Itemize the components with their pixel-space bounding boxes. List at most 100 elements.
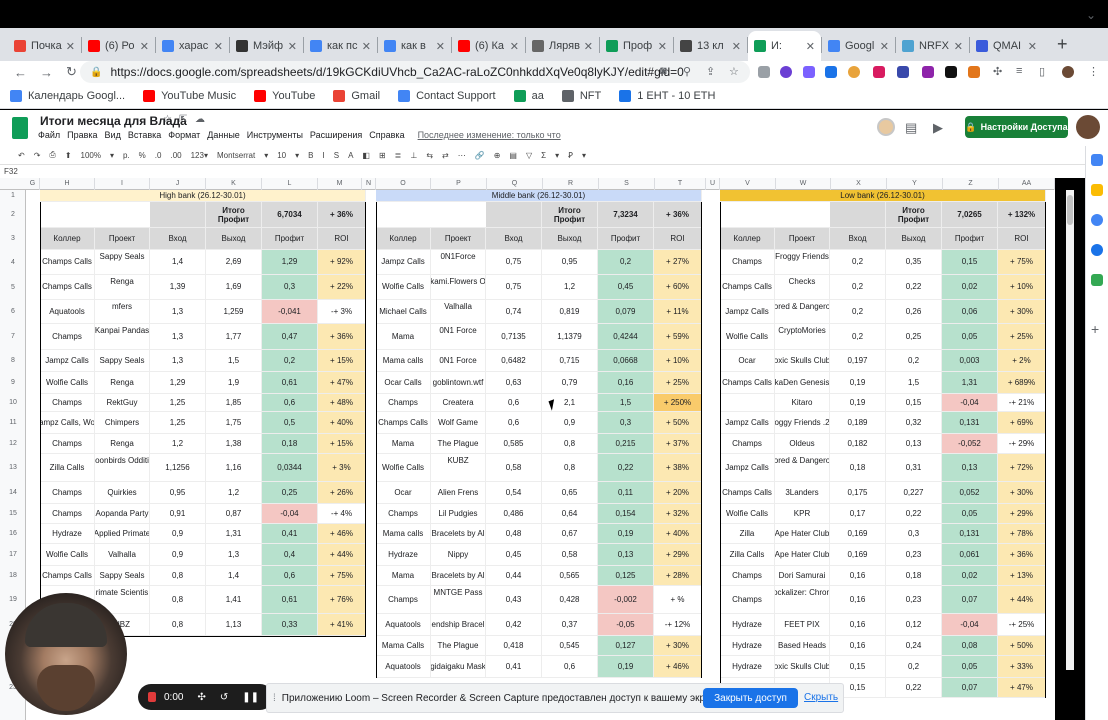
vertical-scrollbar[interactable] bbox=[1066, 190, 1074, 670]
caller-cell[interactable]: Hydraze bbox=[720, 614, 775, 636]
profit-cell[interactable]: 0,2 bbox=[598, 250, 654, 275]
roi-cell[interactable]: + 40% bbox=[654, 524, 702, 544]
cell-reference[interactable]: F32 bbox=[4, 167, 18, 176]
keep-icon[interactable] bbox=[1091, 184, 1103, 196]
roi-cell[interactable]: + 75% bbox=[318, 566, 366, 586]
roi-cell[interactable]: + 32% bbox=[654, 504, 702, 524]
profit-cell[interactable]: 0,33 bbox=[262, 614, 318, 636]
project-cell[interactable]: oggy Friends .2 bbox=[775, 412, 830, 434]
project-cell[interactable]: gidaigaku Mask bbox=[431, 656, 486, 678]
close-tab-icon[interactable]: ✕ bbox=[140, 40, 149, 53]
exit-cell[interactable]: 0,65 bbox=[542, 482, 598, 504]
close-tab-icon[interactable]: ✕ bbox=[584, 40, 593, 53]
caller-cell[interactable] bbox=[720, 394, 775, 412]
profit-cell[interactable]: 0,13 bbox=[942, 454, 998, 482]
total-profit-value[interactable]: 6,7034 bbox=[262, 202, 318, 228]
toolbar-control[interactable]: .0 bbox=[155, 151, 162, 160]
roi-cell[interactable]: + 36% bbox=[998, 544, 1046, 566]
toolbar-control[interactable]: ↶ bbox=[18, 151, 25, 160]
forward-icon[interactable]: → bbox=[40, 65, 53, 80]
profit-cell[interactable]: 0,4 bbox=[262, 544, 318, 566]
profit-cell[interactable]: 0,131 bbox=[942, 412, 998, 434]
browser-tab[interactable]: Почка ✕ bbox=[8, 31, 81, 61]
caller-cell[interactable]: Champs bbox=[376, 394, 431, 412]
profit-cell[interactable]: 0,05 bbox=[942, 656, 998, 678]
entry-cell[interactable]: 0,45 bbox=[486, 544, 542, 566]
profit-cell[interactable]: 1,31 bbox=[942, 372, 998, 394]
row-header[interactable]: 16 bbox=[0, 524, 26, 544]
toolbar-control[interactable]: % bbox=[139, 151, 146, 160]
entry-cell[interactable]: 0,182 bbox=[830, 434, 886, 454]
exit-cell[interactable]: 0,8 bbox=[542, 434, 598, 454]
column-header[interactable]: V bbox=[720, 178, 776, 190]
caller-cell[interactable]: Hydraze bbox=[376, 544, 431, 566]
exit-cell[interactable]: 1,75 bbox=[206, 412, 262, 434]
extension-icon[interactable] bbox=[758, 66, 770, 78]
roi-cell[interactable]: + 44% bbox=[318, 544, 366, 566]
empty-cell[interactable] bbox=[376, 202, 487, 228]
browser-tab[interactable]: Googl ✕ bbox=[822, 31, 895, 61]
toolbar-control[interactable]: ≣ bbox=[395, 151, 402, 160]
exit-cell[interactable]: 2,69 bbox=[206, 250, 262, 275]
roi-cell[interactable]: + 30% bbox=[654, 636, 702, 656]
project-cell[interactable]: KUBZ bbox=[431, 454, 486, 482]
entry-cell[interactable]: 0,197 bbox=[830, 350, 886, 372]
entry-cell[interactable]: 0,9 bbox=[150, 524, 206, 544]
project-cell[interactable]: 0N1 Force bbox=[431, 324, 486, 350]
roi-cell[interactable]: + 48% bbox=[318, 394, 366, 412]
column-header[interactable]: Q bbox=[487, 178, 543, 190]
total-profit-value[interactable]: 7,0265 bbox=[942, 202, 998, 228]
project-cell[interactable]: Valhalla bbox=[431, 300, 486, 324]
extension-icon[interactable] bbox=[848, 66, 860, 78]
roi-cell[interactable]: -+ 4% bbox=[318, 504, 366, 524]
entry-cell[interactable]: 0,9 bbox=[150, 544, 206, 566]
move-icon[interactable]: ⇱ bbox=[179, 114, 187, 125]
exit-cell[interactable]: 0,67 bbox=[542, 524, 598, 544]
extensions-puzzle-icon[interactable]: ✣ bbox=[993, 65, 1002, 78]
project-cell[interactable]: Alien Frens bbox=[431, 482, 486, 504]
toolbar-control[interactable]: ▾ bbox=[264, 151, 268, 160]
entry-cell[interactable]: 1,29 bbox=[150, 372, 206, 394]
row-header[interactable]: 13 bbox=[0, 454, 26, 482]
caller-cell[interactable]: Mama Calls bbox=[376, 636, 431, 656]
profit-cell[interactable]: -0,04 bbox=[942, 394, 998, 412]
toolbar-control[interactable]: ▽ bbox=[526, 151, 532, 160]
exit-cell[interactable]: 0,819 bbox=[542, 300, 598, 324]
caller-cell[interactable]: Wolfie Calls bbox=[40, 372, 95, 394]
roi-cell[interactable]: + 92% bbox=[318, 250, 366, 275]
entry-cell[interactable]: 0,18 bbox=[830, 454, 886, 482]
roi-cell[interactable]: + 69% bbox=[998, 412, 1046, 434]
entry-cell[interactable]: 0,16 bbox=[830, 586, 886, 614]
roi-cell[interactable]: + 15% bbox=[318, 434, 366, 454]
caller-cell[interactable]: Mama calls bbox=[376, 524, 431, 544]
toolbar-control[interactable]: ⊥ bbox=[410, 151, 417, 160]
roi-cell[interactable]: + 689% bbox=[998, 372, 1046, 394]
entry-cell[interactable]: 1,1256 bbox=[150, 454, 206, 482]
roi-cell[interactable]: -+ 3% bbox=[318, 300, 366, 324]
profit-cell[interactable]: 0,19 bbox=[598, 656, 654, 678]
roi-cell[interactable]: + 37% bbox=[654, 434, 702, 454]
menu-item[interactable]: Правка bbox=[67, 130, 97, 140]
project-cell[interactable]: RektGuy bbox=[95, 394, 150, 412]
toolbar-control[interactable]: ↷ bbox=[34, 151, 41, 160]
exit-cell[interactable]: 0,715 bbox=[542, 350, 598, 372]
toolbar-control[interactable]: ▾ bbox=[555, 151, 559, 160]
user-avatar[interactable] bbox=[1076, 115, 1100, 139]
roi-cell[interactable]: + 50% bbox=[998, 636, 1046, 656]
calendar-icon[interactable] bbox=[1091, 154, 1103, 166]
close-tab-icon[interactable]: ✕ bbox=[732, 40, 741, 53]
caller-cell[interactable]: Jampz Calls bbox=[720, 454, 775, 482]
project-cell[interactable]: Sappy Seals bbox=[95, 350, 150, 372]
profit-cell[interactable]: 0,19 bbox=[598, 524, 654, 544]
profit-cell[interactable]: 0,18 bbox=[262, 434, 318, 454]
toolbar-control[interactable]: Ꝑ bbox=[568, 151, 573, 160]
url-input[interactable]: 🔒 https://docs.google.com/spreadsheets/d… bbox=[80, 61, 750, 83]
star-icon[interactable]: ☆ bbox=[163, 114, 172, 125]
project-cell[interactable]: FEET PIX bbox=[775, 614, 830, 636]
empty-cell[interactable] bbox=[720, 202, 831, 228]
entry-cell[interactable]: 0,169 bbox=[830, 524, 886, 544]
project-cell[interactable]: ored & Dangero bbox=[775, 300, 830, 324]
close-tab-icon[interactable]: ✕ bbox=[954, 40, 963, 53]
project-cell[interactable]: MNTGE Pass bbox=[431, 586, 486, 614]
draw-icon[interactable]: ✣ bbox=[197, 692, 205, 703]
